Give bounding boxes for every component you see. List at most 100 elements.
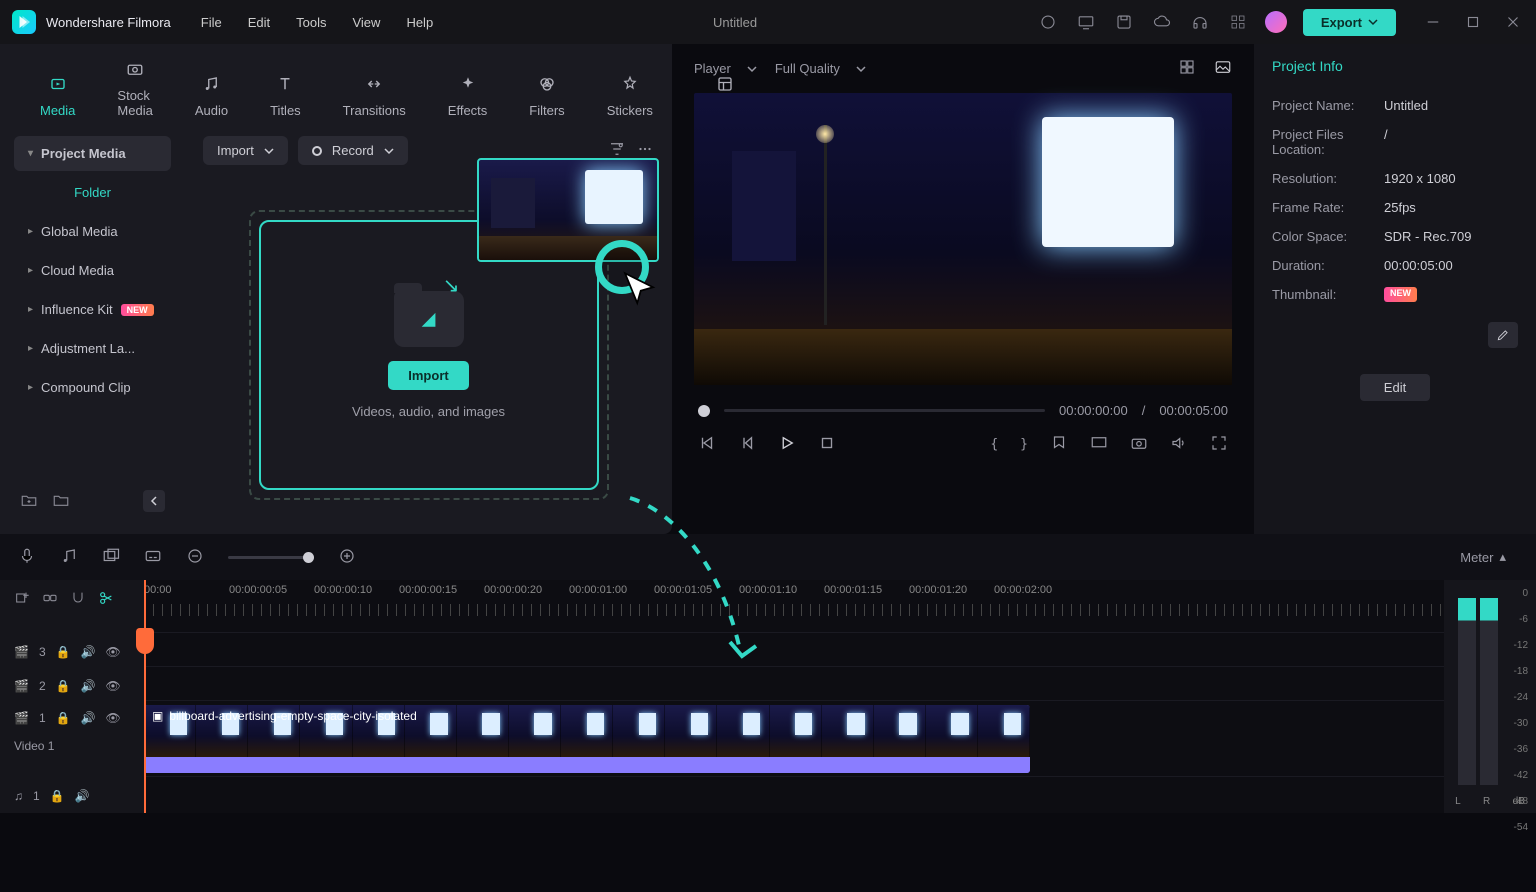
subtitle-icon[interactable] — [144, 547, 162, 568]
menu-help[interactable]: Help — [406, 15, 433, 30]
tab-transitions[interactable]: Transitions — [343, 71, 406, 118]
mark-in-icon[interactable]: { — [990, 437, 998, 452]
tab-audio[interactable]: Audio — [195, 71, 228, 118]
add-track-icon[interactable] — [14, 590, 30, 609]
import-dropdown[interactable]: Import — [203, 136, 288, 165]
cloud-icon[interactable] — [1151, 11, 1173, 33]
lock-icon[interactable]: 🔒 — [56, 679, 71, 693]
tab-stock-media[interactable]: Stock Media — [117, 56, 152, 118]
monitor-icon[interactable] — [1075, 11, 1097, 33]
volume-icon[interactable] — [1170, 434, 1188, 455]
fullscreen-icon[interactable] — [1210, 434, 1228, 455]
player-selector[interactable]: Player — [694, 61, 757, 76]
user-avatar[interactable] — [1265, 11, 1287, 33]
track-head-v1[interactable]: 🎬1🔒🔊👁 Video 1 — [0, 703, 144, 779]
tab-titles[interactable]: Titles — [270, 71, 301, 118]
circle-icon[interactable] — [1037, 11, 1059, 33]
adjustment-icon[interactable] — [102, 547, 120, 568]
folder-icon[interactable] — [52, 491, 70, 512]
image-view-icon[interactable] — [1214, 58, 1232, 79]
sidebar-folder[interactable]: Folder — [14, 175, 171, 210]
meter-toggle[interactable]: Meter ▴ — [1448, 544, 1518, 570]
track-v1[interactable]: ▣billboard-advertising-empty-space-city-… — [144, 700, 1444, 776]
close-icon[interactable] — [1502, 11, 1524, 33]
visibility-icon[interactable]: 👁 — [106, 711, 121, 725]
zoom-slider[interactable] — [228, 556, 314, 559]
minimize-icon[interactable] — [1422, 11, 1444, 33]
scissors-icon[interactable] — [98, 590, 114, 609]
play-icon[interactable] — [778, 434, 796, 455]
track-head-a1[interactable]: ♫1🔒🔊 — [0, 779, 144, 813]
scrub-track[interactable] — [724, 409, 1045, 412]
display-icon[interactable] — [1090, 434, 1108, 455]
mute-icon[interactable]: 🔊 — [75, 789, 90, 803]
record-dot-icon — [312, 146, 322, 156]
marker-icon[interactable] — [1050, 434, 1068, 455]
record-dropdown[interactable]: Record — [298, 136, 408, 165]
sidebar-influence-kit[interactable]: ▸Influence KitNEW — [14, 292, 171, 327]
mute-icon[interactable]: 🔊 — [81, 711, 96, 725]
export-button[interactable]: Export — [1303, 9, 1396, 36]
video-clip[interactable]: ▣billboard-advertising-empty-space-city-… — [144, 705, 1030, 773]
preview-viewport[interactable] — [694, 93, 1232, 385]
scrub-handle[interactable] — [698, 405, 710, 417]
mark-out-icon[interactable]: } — [1020, 437, 1028, 452]
category-tabs: Media Stock Media Audio Titles Transitio… — [0, 44, 672, 126]
sidebar-cloud-media[interactable]: ▸Cloud Media — [14, 253, 171, 288]
sidebar-adjustment-layer[interactable]: ▸Adjustment La... — [14, 331, 171, 366]
info-location: / — [1384, 127, 1388, 157]
mic-icon[interactable] — [18, 547, 36, 568]
track-v3[interactable] — [144, 632, 1444, 666]
headphones-icon[interactable] — [1189, 11, 1211, 33]
tab-filters[interactable]: Filters — [529, 71, 564, 118]
menu-edit[interactable]: Edit — [248, 15, 270, 30]
mute-icon[interactable]: 🔊 — [81, 679, 96, 693]
ruler-tick: 00:00:00:20 — [484, 584, 542, 596]
thumbnail-edit-button[interactable] — [1488, 322, 1518, 348]
stop-icon[interactable] — [818, 434, 836, 455]
grid-view-icon[interactable] — [1178, 58, 1196, 79]
playhead[interactable] — [144, 580, 146, 813]
tab-stickers[interactable]: Stickers — [607, 71, 653, 118]
zoom-in-icon[interactable] — [338, 547, 356, 568]
edit-button[interactable]: Edit — [1360, 374, 1430, 401]
tab-media[interactable]: Media — [40, 71, 75, 118]
lock-icon[interactable]: 🔒 — [56, 711, 71, 725]
chevron-right-icon: ▸ — [28, 382, 33, 393]
new-folder-icon[interactable] — [20, 491, 38, 512]
zoom-out-icon[interactable] — [186, 547, 204, 568]
lock-icon[interactable]: 🔒 — [56, 645, 71, 659]
maximize-icon[interactable] — [1462, 11, 1484, 33]
track-v2[interactable] — [144, 666, 1444, 700]
save-icon[interactable] — [1113, 11, 1135, 33]
timeline-body[interactable]: 00:0000:00:00:0500:00:00:1000:00:00:1500… — [144, 580, 1444, 813]
sidebar-project-media[interactable]: ▾Project Media — [14, 136, 171, 171]
collapse-sidebar-button[interactable] — [143, 490, 165, 512]
snapshot-icon[interactable] — [1130, 434, 1148, 455]
chevron-down-icon — [856, 64, 866, 74]
sidebar-compound-clip[interactable]: ▸Compound Clip — [14, 370, 171, 405]
document-title: Untitled — [433, 15, 1037, 30]
track-head-v3[interactable]: 🎬3🔒🔊👁 — [0, 635, 144, 669]
menu-file[interactable]: File — [201, 15, 222, 30]
menu-view[interactable]: View — [352, 15, 380, 30]
visibility-icon[interactable]: 👁 — [106, 645, 121, 659]
link-icon[interactable] — [42, 590, 58, 609]
apps-icon[interactable] — [1227, 11, 1249, 33]
tab-effects[interactable]: Effects — [448, 71, 488, 118]
timeline-ruler[interactable]: 00:0000:00:00:0500:00:00:1000:00:00:1500… — [144, 580, 1444, 616]
visibility-icon[interactable]: 👁 — [106, 679, 121, 693]
step-back-icon[interactable] — [738, 434, 756, 455]
new-badge: NEW — [121, 304, 154, 316]
track-head-v2[interactable]: 🎬2🔒🔊👁 — [0, 669, 144, 703]
menu-tools[interactable]: Tools — [296, 15, 326, 30]
magnet-icon[interactable] — [70, 590, 86, 609]
mute-icon[interactable]: 🔊 — [81, 645, 96, 659]
prev-frame-icon[interactable] — [698, 434, 716, 455]
quality-selector[interactable]: Full Quality — [775, 61, 866, 76]
audio-mixer-icon[interactable] — [60, 547, 78, 568]
lock-icon[interactable]: 🔒 — [50, 789, 65, 803]
import-button[interactable]: Import — [388, 361, 468, 390]
sidebar-global-media[interactable]: ▸Global Media — [14, 214, 171, 249]
track-a1[interactable] — [144, 776, 1444, 810]
